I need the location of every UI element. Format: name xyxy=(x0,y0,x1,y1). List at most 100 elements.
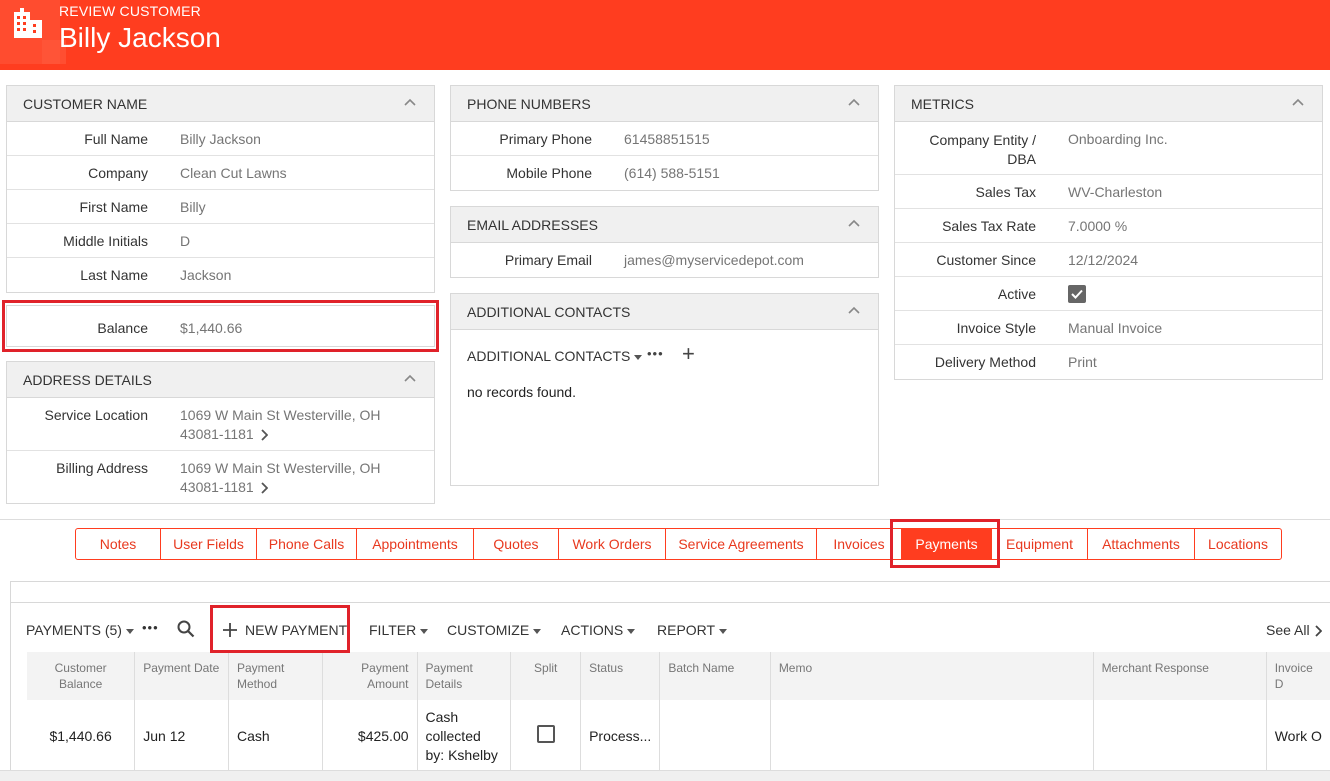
chevron-right-icon xyxy=(1314,625,1322,637)
column-header[interactable]: Invoice D xyxy=(1266,652,1330,700)
tab-equipment[interactable]: Equipment xyxy=(992,529,1088,559)
field-row-active: Active xyxy=(895,277,1322,311)
filter-dropdown[interactable]: FILTER xyxy=(369,622,429,638)
tab-phone-calls[interactable]: Phone Calls xyxy=(257,529,357,559)
chevron-right-icon[interactable] xyxy=(260,429,268,441)
cell-customer-balance: $1,440.66 xyxy=(27,700,136,775)
panel-title: METRICS xyxy=(911,96,974,112)
billing-address-value[interactable]: 1069 W Main St Westerville, OH 43081-118… xyxy=(180,459,380,497)
address-line2: 43081-1181 xyxy=(180,426,254,442)
email-panel-header[interactable]: EMAIL ADDRESSES xyxy=(451,207,878,243)
tab-user-fields[interactable]: User Fields xyxy=(161,529,257,559)
column-header[interactable]: Split xyxy=(510,652,582,700)
email-addresses-panel: EMAIL ADDRESSES Primary Email james@myse… xyxy=(450,206,879,278)
grid-separator xyxy=(11,602,1330,603)
split-checkbox[interactable] xyxy=(536,725,555,744)
tab-quotes[interactable]: Quotes xyxy=(474,529,559,559)
building-icon xyxy=(14,8,42,38)
column-header[interactable]: Payment Method xyxy=(228,652,323,700)
caret-down-icon xyxy=(533,628,542,634)
field-label: Middle Initials xyxy=(63,233,148,249)
tab-appointments[interactable]: Appointments xyxy=(357,529,474,559)
actions-label: ACTIONS xyxy=(561,622,624,638)
customize-label: CUSTOMIZE xyxy=(447,622,530,638)
field-label: Delivery Method xyxy=(934,354,1036,370)
column-header[interactable]: Customer Balance xyxy=(27,652,136,700)
column-header[interactable]: Merchant Response xyxy=(1093,652,1267,700)
chevron-up-icon[interactable] xyxy=(848,219,860,227)
page-subtitle: REVIEW CUSTOMER xyxy=(59,3,201,19)
contacts-panel-header[interactable]: ADDITIONAL CONTACTS xyxy=(451,294,878,330)
tab-work-orders[interactable]: Work Orders xyxy=(559,529,666,559)
panel-title: CUSTOMER NAME xyxy=(23,96,148,112)
cell-invoice: Work O xyxy=(1266,700,1330,775)
caret-down-icon xyxy=(420,628,429,634)
tab-notes[interactable]: Notes xyxy=(76,529,161,559)
payments-dropdown[interactable]: PAYMENTS (5) xyxy=(26,622,134,638)
invoice-style-value: Manual Invoice xyxy=(1068,320,1163,336)
chevron-up-icon[interactable] xyxy=(404,374,416,382)
panel-title: ADDITIONAL CONTACTS xyxy=(467,304,631,320)
field-value: Clean Cut Lawns xyxy=(180,165,287,181)
active-checkbox[interactable] xyxy=(1068,285,1086,303)
additional-contacts-dropdown[interactable]: ADDITIONAL CONTACTS xyxy=(467,348,643,364)
customer-name-panel-header[interactable]: CUSTOMER NAME xyxy=(7,86,434,122)
column-header[interactable]: Memo xyxy=(770,652,1094,700)
field-row-full-name: Full Name Billy Jackson xyxy=(7,122,434,156)
additional-contacts-panel: ADDITIONAL CONTACTS ADDITIONAL CONTACTS … xyxy=(450,293,879,486)
address-line2: 43081-1181 xyxy=(180,479,254,495)
field-row-customer-since: Customer Since 12/12/2024 xyxy=(895,243,1322,277)
field-row-sales-tax-rate: Sales Tax Rate 7.0000 % xyxy=(895,209,1322,243)
more-options-icon[interactable]: ••• xyxy=(647,346,664,361)
cell-memo xyxy=(770,700,1094,775)
payments-title: PAYMENTS (5) xyxy=(26,622,122,638)
horizontal-scrollbar[interactable] xyxy=(0,770,1330,781)
tab-service-agreements[interactable]: Service Agreements xyxy=(666,529,817,559)
chevron-up-icon[interactable] xyxy=(404,98,416,106)
field-label: Full Name xyxy=(84,131,148,147)
sales-tax-value: WV-Charleston xyxy=(1068,184,1163,200)
address-details-panel: ADDRESS DETAILS Service Location 1069 W … xyxy=(6,361,435,504)
highlight-balance xyxy=(2,300,439,352)
panel-title: EMAIL ADDRESSES xyxy=(467,217,598,233)
mobile-phone-value: (614) 588-5151 xyxy=(624,165,720,181)
field-label: Mobile Phone xyxy=(506,165,592,181)
highlight-new-payment xyxy=(210,605,350,653)
field-row-last-name: Last Name Jackson xyxy=(7,258,434,292)
customize-dropdown[interactable]: CUSTOMIZE xyxy=(447,622,542,638)
section-divider xyxy=(0,519,1330,520)
metrics-panel-header[interactable]: METRICS xyxy=(895,86,1322,122)
column-header[interactable]: Batch Name xyxy=(659,652,771,700)
chevron-up-icon[interactable] xyxy=(848,98,860,106)
service-location-value[interactable]: 1069 W Main St Westerville, OH 43081-118… xyxy=(180,406,380,444)
report-dropdown[interactable]: REPORT xyxy=(657,622,728,638)
search-icon[interactable] xyxy=(177,620,195,638)
field-row-company-entity: Company Entity / DBA Onboarding Inc. xyxy=(895,122,1322,175)
metrics-panel: METRICS Company Entity / DBA Onboarding I… xyxy=(894,85,1323,380)
phone-panel-header[interactable]: PHONE NUMBERS xyxy=(451,86,878,122)
tab-locations[interactable]: Locations xyxy=(1195,529,1281,559)
field-value: Billy xyxy=(180,199,206,215)
see-all-link[interactable]: See All xyxy=(1266,622,1322,638)
column-header[interactable]: Payment Date xyxy=(134,652,229,700)
caret-down-icon xyxy=(627,628,636,634)
address-line1: 1069 W Main St Westerville, OH xyxy=(180,407,381,423)
address-panel-header[interactable]: ADDRESS DETAILS xyxy=(7,362,434,398)
chevron-up-icon[interactable] xyxy=(848,306,860,314)
column-header[interactable]: Status xyxy=(580,652,661,700)
column-header[interactable]: Payment Amount xyxy=(322,652,418,700)
chevron-right-icon[interactable] xyxy=(260,482,268,494)
table-row[interactable]: $1,440.66 Jun 12 Cash $425.00 Cash colle… xyxy=(27,700,1330,775)
add-contact-button[interactable]: + xyxy=(682,341,695,367)
payments-grid-panel: PAYMENTS (5) ••• NEW PAYMENT FILTER CUST… xyxy=(10,581,1330,781)
field-row-mobile-phone: Mobile Phone (614) 588-5151 xyxy=(451,156,878,190)
chevron-up-icon[interactable] xyxy=(1292,98,1304,106)
cell-payment-amount: $425.00 xyxy=(322,700,418,775)
tab-attachments[interactable]: Attachments xyxy=(1088,529,1195,559)
column-header[interactable]: Payment Details xyxy=(417,652,512,700)
actions-dropdown[interactable]: ACTIONS xyxy=(561,622,636,638)
field-row-first-name: First Name Billy xyxy=(7,190,434,224)
more-options-icon[interactable]: ••• xyxy=(142,620,159,635)
caret-down-icon xyxy=(125,628,134,634)
report-label: REPORT xyxy=(657,622,716,638)
